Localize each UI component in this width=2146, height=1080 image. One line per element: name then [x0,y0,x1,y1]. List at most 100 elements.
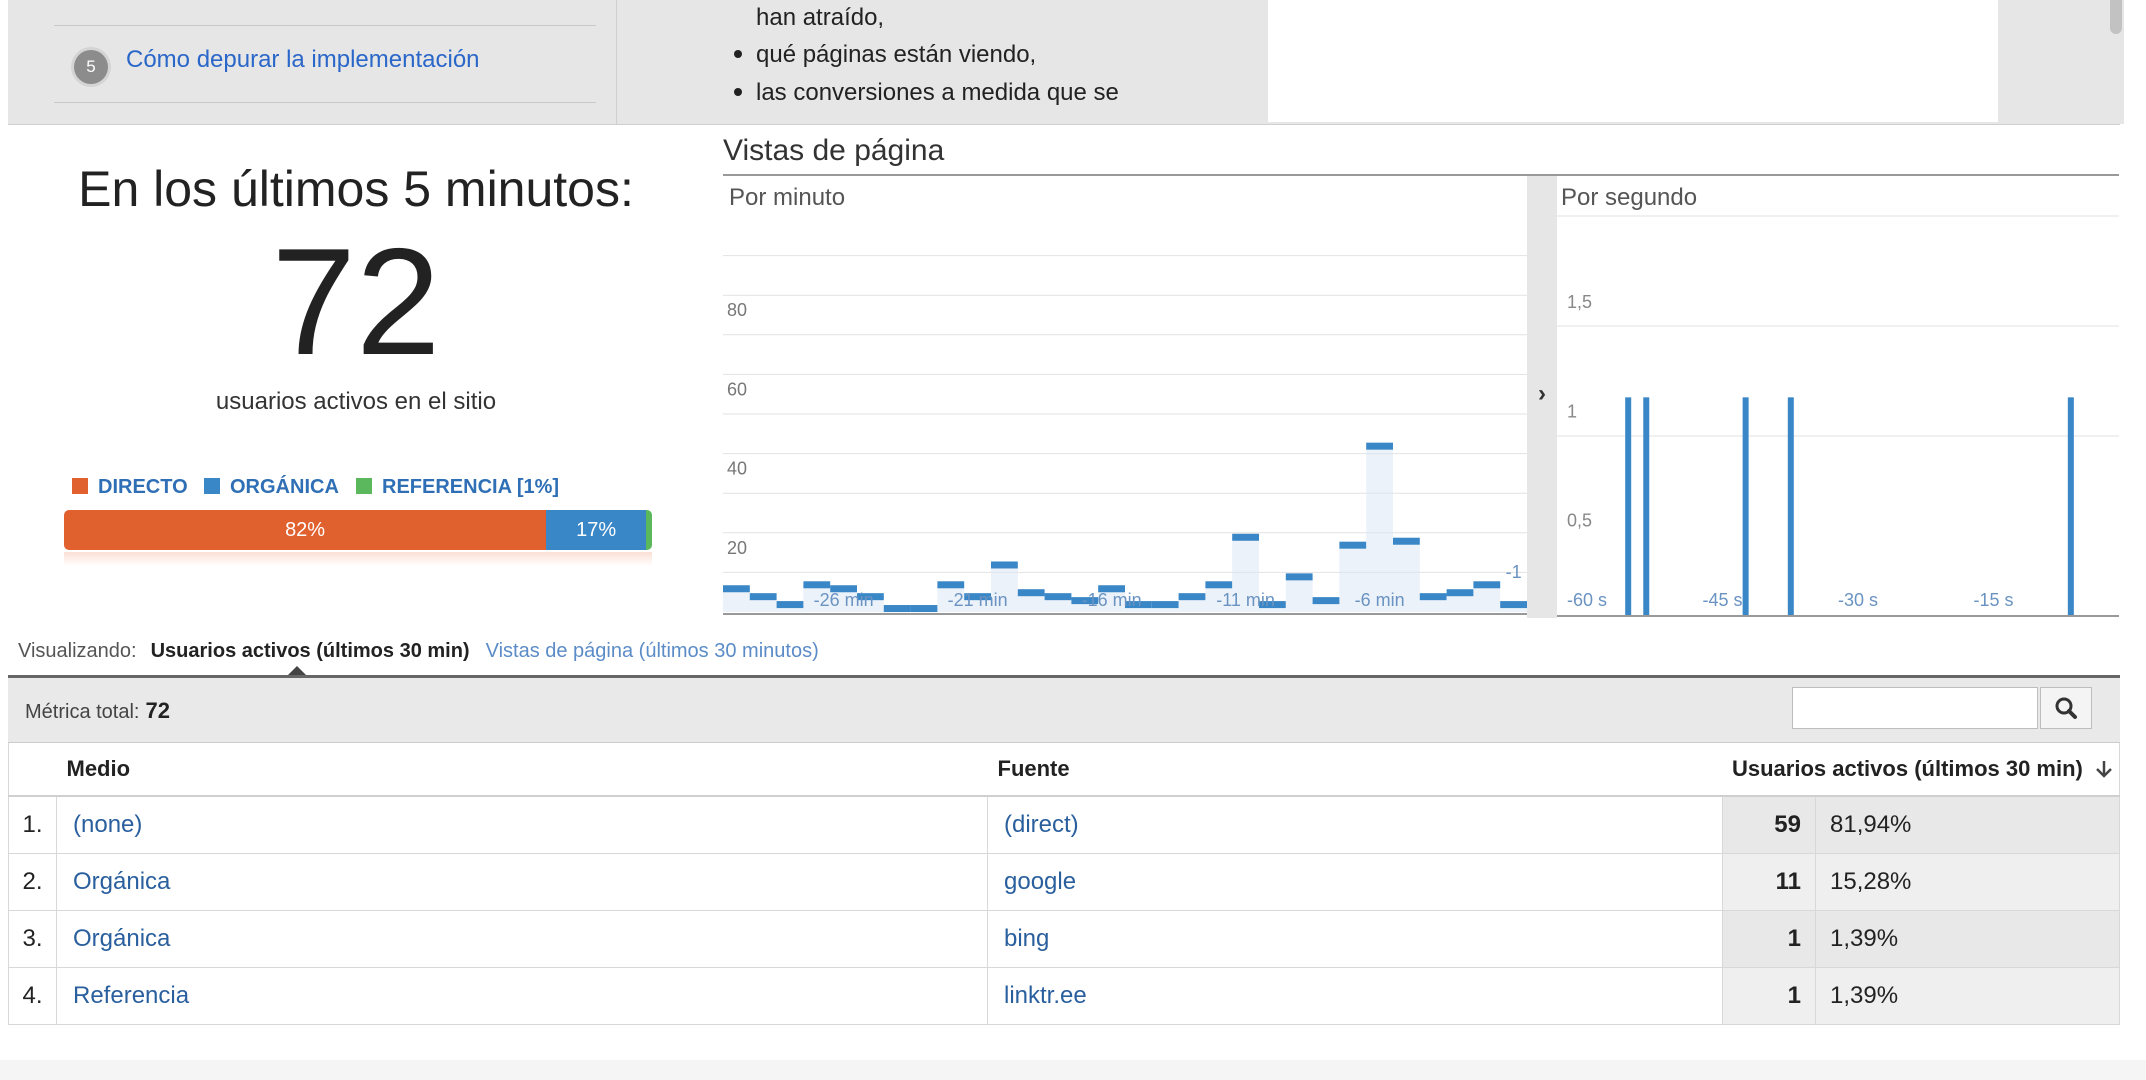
row-fuente-cell: google [987,853,1723,911]
legend-referral: REFERENCIA [1%] [356,476,559,499]
table-row: 2. Orgánica google 11 15,28% [8,853,2120,911]
row-index: 1. [8,795,57,854]
table-row: 3. Orgánica bing 1 1,39% [8,910,2120,968]
search-button[interactable] [2040,687,2092,729]
help-video-area [1268,0,1998,122]
step-number-badge: 5 [74,50,108,84]
area-fill [1285,576,1313,612]
row-medio-link[interactable]: (none) [73,811,142,838]
x-tick-label: -16 min [1082,590,1142,610]
y-tick-label: 1,5 [1567,292,1592,312]
viewing-label: Visualizando: [18,640,137,662]
share-segment-organic: 17% [546,510,647,550]
help-text: han atraído, qué páginas están viendo, l… [680,0,1268,122]
per-second-label: Por segundo [1561,184,1697,211]
row-count: 1 [1722,910,1816,968]
table-header-row: Medio Fuente Usuarios activos (últimos 3… [8,743,2120,797]
row-fuente-link[interactable]: linktr.ee [1004,982,1087,1009]
metric-total: Métrica total: 72 [25,698,170,724]
row-fuente-link[interactable]: google [1004,868,1076,895]
legend-label: DIRECTO [98,476,188,498]
bullet-icon [734,88,742,96]
legend-swatch [356,478,372,494]
y-tick-label: 80 [727,300,747,320]
data-step-mark [991,561,1018,569]
step-link-debug-implementation[interactable]: Cómo depurar la implementación [126,46,480,74]
data-bar [1742,397,1749,616]
help-panel: 5 Cómo depurar la implementación han atr… [8,0,2124,125]
row-medio-link[interactable]: Orgánica [73,868,170,895]
legend-swatch [204,478,220,494]
data-step-mark [1151,601,1179,609]
data-step-mark [1419,593,1447,601]
data-table: Medio Fuente Usuarios activos (últimos 3… [8,743,2120,1025]
per-minute-label: Por minuto [729,184,845,211]
sort-desc-arrow-icon[interactable] [2093,758,2115,780]
row-fuente-link[interactable]: (direct) [1004,811,1079,838]
table-search-input[interactable] [1792,687,2038,729]
data-step-mark [910,605,938,613]
header-index [8,743,57,797]
area-fill [1473,584,1501,612]
row-medio-link[interactable]: Referencia [73,982,189,1009]
header-medio[interactable]: Medio [56,743,988,797]
y-tick-label: 60 [727,379,747,399]
data-bar [1643,397,1650,616]
y-tick-label: 1 [1567,401,1577,421]
active-users-count: 72 [271,217,441,387]
data-step-mark [1312,597,1340,605]
x-tick-label: -45 s [1703,590,1743,610]
bar-reflection [64,552,652,566]
data-bar [2067,397,2074,616]
pageviews-title: Vistas de página [723,134,945,167]
row-medio-cell: Referencia [56,967,988,1025]
x-tick-label: -21 min [948,590,1008,610]
legend-label: REFERENCIA [1%] [382,476,560,498]
data-step-mark [1473,581,1501,589]
metric-total-label: Métrica total: [25,701,140,723]
row-index: 4. [8,967,57,1025]
share-segment-referral [646,510,652,550]
data-step-mark [776,601,804,609]
x-tick-label: -6 min [1355,590,1405,610]
expand-arrow-icon[interactable]: › [1531,380,1553,408]
data-step-mark [1178,593,1206,601]
row-medio-link[interactable]: Orgánica [73,925,170,952]
header-fuente[interactable]: Fuente [987,743,1723,797]
table-row: 1. (none) (direct) 59 81,94% [8,795,2120,854]
x-tick-label: -26 min [814,590,874,610]
legend-label: ORGÁNICA [230,476,339,498]
data-step-mark [1044,593,1072,601]
help-steps-list: 5 Cómo depurar la implementación [54,0,596,124]
x-tick-label: -15 s [1974,590,2014,610]
area-fill [1366,445,1393,612]
footer-strip [0,1060,2146,1080]
data-bar [1625,397,1632,616]
metric-bar: Métrica total: 72 [8,678,2120,743]
y-tick-label: 20 [727,538,747,558]
y-tick-label: 0,5 [1567,511,1592,531]
summary-heading: En los últimos 5 minutos: [78,161,634,217]
row-index: 2. [8,853,57,911]
tab-active-users[interactable]: Usuarios activos (últimos 30 min) [151,640,470,662]
data-step-mark [1366,442,1393,450]
scrollbar-thumb[interactable] [2110,0,2122,34]
bullet-icon [734,50,742,58]
search-icon [2055,697,2077,719]
row-fuente-cell: bing [987,910,1723,968]
x-tick-label: -11 min [1216,590,1275,610]
data-step-mark [1285,573,1313,581]
data-step-mark [1339,541,1367,549]
legend-swatch [72,478,88,494]
row-fuente-cell: linktr.ee [987,967,1723,1025]
legend-organic: ORGÁNICA [204,476,339,499]
header-usuarios-label: Usuarios activos (últimos 30 min) [1732,756,2083,781]
row-medio-cell: Orgánica [56,853,988,911]
header-usuarios[interactable]: Usuarios activos (últimos 30 min) [1722,743,2120,797]
data-step-mark [1500,601,1527,609]
row-fuente-link[interactable]: bing [1004,925,1049,952]
data-step-mark [1446,589,1474,597]
row-count: 11 [1722,853,1816,911]
per-minute-chart-svg: Por minuto 20 40 60 80 -26 min -21 min -16 min… [723,184,1527,615]
tab-pageviews[interactable]: Vistas de página (últimos 30 minutos) [486,640,819,662]
